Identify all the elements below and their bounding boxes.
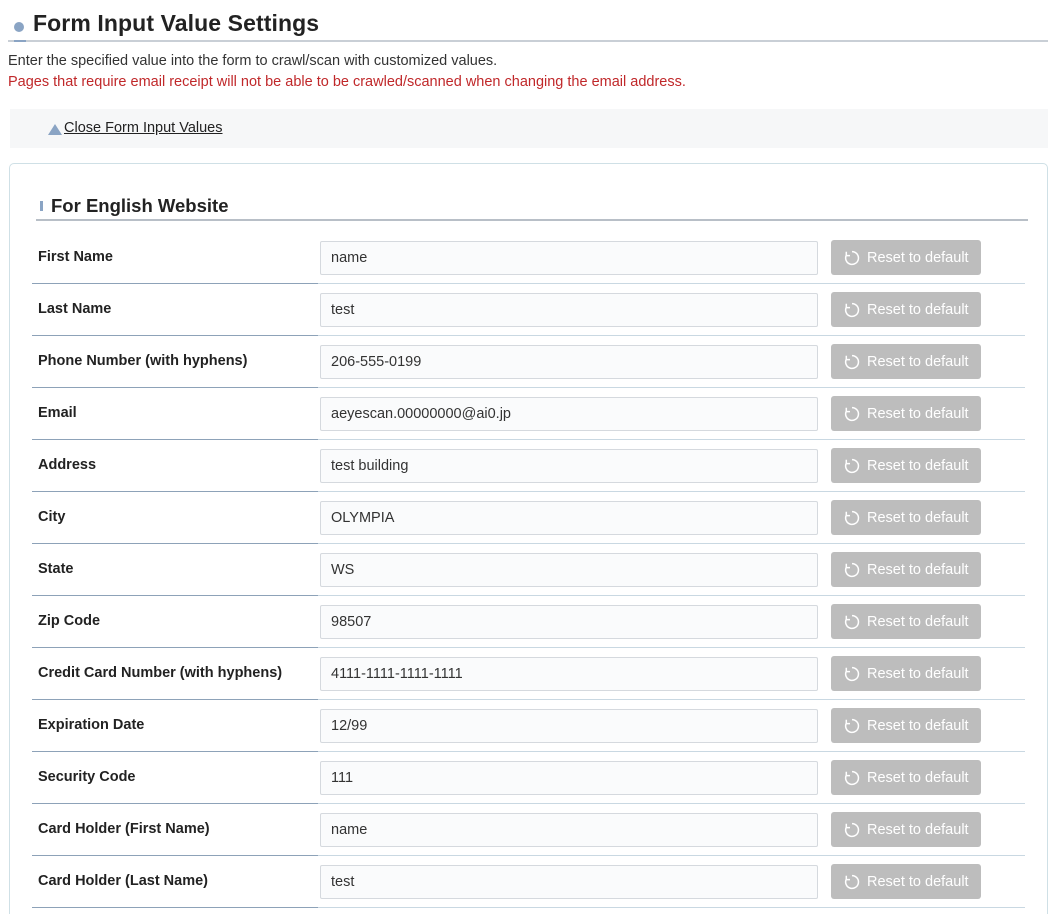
toggle-bar: Close Form Input Values — [10, 109, 1048, 148]
label-divider — [32, 907, 318, 908]
reset-icon — [844, 510, 860, 525]
reset-to-default-button[interactable]: Reset to default — [831, 812, 981, 847]
reset-button-label: Reset to default — [867, 821, 969, 838]
field-label: Card Holder (First Name) — [38, 821, 210, 837]
field-input[interactable] — [320, 449, 818, 483]
form-field-row: Last Name Reset to default — [32, 284, 1025, 336]
reset-button-label: Reset to default — [867, 613, 969, 630]
field-label: First Name — [38, 249, 113, 265]
field-input[interactable] — [320, 605, 818, 639]
field-input[interactable] — [320, 709, 818, 743]
field-input[interactable] — [320, 397, 818, 431]
reset-button-label: Reset to default — [867, 769, 969, 786]
field-label: Security Code — [38, 769, 136, 785]
reset-icon — [844, 770, 860, 785]
form-field-row: Email Reset to default — [32, 388, 1025, 440]
field-input[interactable] — [320, 293, 818, 327]
field-input[interactable] — [320, 553, 818, 587]
field-label: Address — [38, 457, 97, 473]
form-values-panel: For English Website First Name Reset to d… — [9, 163, 1048, 914]
reset-button-label: Reset to default — [867, 561, 969, 578]
reset-icon — [844, 874, 860, 889]
reset-icon — [844, 302, 860, 317]
field-input[interactable] — [320, 813, 818, 847]
section-title: For English Website — [51, 195, 229, 216]
field-input[interactable] — [320, 501, 818, 535]
bullet-icon — [14, 22, 24, 32]
reset-button-label: Reset to default — [867, 353, 969, 370]
reset-to-default-button[interactable]: Reset to default — [831, 292, 981, 327]
form-field-row: City Reset to default — [32, 492, 1025, 544]
form-field-row: Card Holder (Last Name) Reset to default — [32, 856, 1025, 908]
reset-to-default-button[interactable]: Reset to default — [831, 708, 981, 743]
reset-button-label: Reset to default — [867, 405, 969, 422]
field-label: Phone Number (with hyphens) — [38, 353, 248, 369]
field-input[interactable] — [320, 761, 818, 795]
reset-button-label: Reset to default — [867, 509, 969, 526]
reset-icon — [844, 406, 860, 421]
reset-to-default-button[interactable]: Reset to default — [831, 240, 981, 275]
field-label: City — [38, 509, 66, 525]
form-field-row: Zip Code Reset to default — [32, 596, 1025, 648]
reset-button-label: Reset to default — [867, 457, 969, 474]
reset-button-label: Reset to default — [867, 665, 969, 682]
form-field-row: Credit Card Number (with hyphens) Reset t… — [32, 648, 1025, 700]
field-input[interactable] — [320, 865, 818, 899]
field-input[interactable] — [320, 657, 818, 691]
reset-icon — [844, 562, 860, 577]
email-warning: Pages that require email receipt will no… — [8, 74, 686, 90]
field-label: Email — [38, 405, 77, 421]
section-header: For English Website — [36, 194, 1028, 221]
form-field-row: Expiration Date Reset to default — [32, 700, 1025, 752]
form-field-row: First Name Reset to default — [32, 232, 1025, 284]
field-input[interactable] — [320, 345, 818, 379]
form-field-row: Security Code Reset to default — [32, 752, 1025, 804]
field-label: State — [38, 561, 74, 577]
reset-button-label: Reset to default — [867, 717, 969, 734]
reset-icon — [844, 354, 860, 369]
reset-to-default-button[interactable]: Reset to default — [831, 760, 981, 795]
field-input[interactable] — [320, 241, 818, 275]
reset-to-default-button[interactable]: Reset to default — [831, 656, 981, 691]
field-label: Card Holder (Last Name) — [38, 873, 209, 889]
form-field-row: State Reset to default — [32, 544, 1025, 596]
reset-button-label: Reset to default — [867, 873, 969, 890]
reset-to-default-button[interactable]: Reset to default — [831, 604, 981, 639]
reset-button-label: Reset to default — [867, 249, 969, 266]
reset-to-default-button[interactable]: Reset to default — [831, 500, 981, 535]
reset-to-default-button[interactable]: Reset to default — [831, 552, 981, 587]
page-header: Form Input Value Settings — [8, 8, 1048, 42]
reset-to-default-button[interactable]: Reset to default — [831, 396, 981, 431]
reset-icon — [844, 822, 860, 837]
reset-to-default-button[interactable]: Reset to default — [831, 864, 981, 899]
field-label: Last Name — [38, 301, 112, 317]
field-label: Expiration Date — [38, 717, 145, 733]
reset-icon — [844, 718, 860, 733]
reset-to-default-button[interactable]: Reset to default — [831, 344, 981, 379]
form-field-row: Address Reset to default — [32, 440, 1025, 492]
title-accent-line — [14, 40, 26, 42]
page-title: Form Input Value Settings — [33, 10, 320, 36]
field-label: Credit Card Number (with hyphens) — [38, 665, 283, 681]
triangle-up-icon — [48, 124, 62, 135]
form-field-row: Card Holder (First Name) Reset to default — [32, 804, 1025, 856]
close-form-values-link[interactable]: Close Form Input Values — [64, 120, 223, 136]
reset-icon — [844, 250, 860, 265]
form-field-row: Phone Number (with hyphens) Reset to defa… — [32, 336, 1025, 388]
form-fields-list: First Name Reset to default Last Name Reset… — [32, 232, 1025, 908]
reset-to-default-button[interactable]: Reset to default — [831, 448, 981, 483]
section-marker-icon — [40, 201, 43, 211]
reset-icon — [844, 614, 860, 629]
reset-button-label: Reset to default — [867, 301, 969, 318]
page-description: Enter the specified value into the form … — [8, 53, 498, 69]
field-label: Zip Code — [38, 613, 101, 629]
reset-icon — [844, 458, 860, 473]
reset-icon — [844, 666, 860, 681]
